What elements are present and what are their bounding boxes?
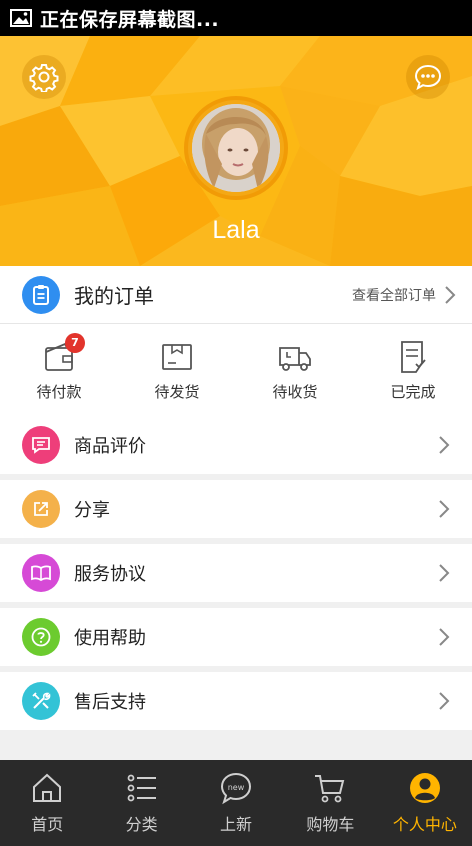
my-orders-title: 我的订单: [74, 284, 154, 308]
tab-label: 个人中心: [392, 815, 457, 834]
chevron-right-icon: [439, 564, 450, 582]
checklist-icon: [395, 339, 431, 375]
pending-payment-badge: 7: [65, 332, 85, 353]
profile-header: Lala: [0, 36, 472, 266]
package-icon: [159, 339, 195, 375]
tab-home[interactable]: 首页: [0, 760, 94, 846]
status-bar: 正在保存屏幕截图...: [0, 0, 472, 36]
menu-label: 使用帮助: [74, 628, 146, 649]
avatar[interactable]: [192, 104, 280, 192]
help-icon: [22, 618, 60, 656]
status-label: 待收货: [272, 382, 318, 401]
new-icon: new: [221, 772, 252, 805]
chevron-right-icon: [439, 692, 450, 710]
status-label: 待付款: [36, 382, 82, 401]
status-label: 已完成: [390, 382, 436, 401]
view-all-orders-link[interactable]: 查看全部订单: [352, 285, 472, 305]
menu-label: 售后支持: [74, 692, 146, 713]
order-status-pending-shipment[interactable]: 待发货: [118, 324, 236, 416]
user-icon: [409, 773, 440, 803]
order-status-row: 7 待付款 待发货 待收货 已完成: [0, 324, 472, 416]
chevron-right-icon: [439, 436, 450, 454]
clipboard-icon: [22, 275, 60, 314]
wallet-icon: 7: [41, 332, 85, 375]
chat-bubble-icon: [414, 64, 442, 91]
chevron-right-icon: [439, 500, 450, 518]
cart-icon: [315, 775, 345, 803]
list-icon: [127, 774, 156, 802]
tab-profile[interactable]: 个人中心: [378, 760, 472, 846]
messages-button[interactable]: [406, 55, 450, 99]
avatar-frame[interactable]: [184, 96, 288, 200]
menu-item-help[interactable]: 使用帮助: [0, 608, 472, 666]
menu-label: 服务协议: [74, 564, 146, 585]
share-icon: [22, 490, 60, 528]
comment-icon: [22, 426, 60, 464]
truck-icon: [277, 339, 313, 375]
chevron-right-icon: [439, 628, 450, 646]
order-status-pending-receipt[interactable]: 待收货: [236, 324, 354, 416]
my-orders-row[interactable]: 我的订单 查看全部订单: [0, 266, 472, 324]
menu-label: 商品评价: [74, 436, 146, 457]
avatar-image: [192, 104, 280, 192]
tab-label: 上新: [220, 815, 253, 834]
tab-categories[interactable]: 分类: [94, 760, 188, 846]
tab-label: 购物车: [306, 815, 355, 834]
bottom-tab-bar: 首页 分类 new 上新 购物车 个人中心: [0, 760, 472, 846]
menu-item-share[interactable]: 分享: [0, 480, 472, 538]
tab-new-arrivals[interactable]: new 上新: [189, 760, 283, 846]
orders-card: 我的订单 查看全部订单 7 待付款 待发货 待收货 已完成: [0, 266, 472, 416]
menu-label: 分享: [74, 500, 110, 521]
book-icon: [22, 554, 60, 592]
svg-text:new: new: [228, 783, 245, 792]
home-icon: [33, 773, 62, 802]
status-label: 待发货: [154, 382, 200, 401]
order-status-completed[interactable]: 已完成: [354, 324, 472, 416]
chevron-right-icon: [445, 285, 456, 304]
username: Lala: [212, 216, 260, 244]
gear-icon: [29, 64, 59, 92]
view-all-orders-label: 查看全部订单: [352, 287, 436, 304]
tab-label: 首页: [31, 815, 64, 834]
status-text: 正在保存屏幕截图...: [40, 8, 220, 31]
settings-button[interactable]: [22, 55, 66, 99]
menu-item-after-sales[interactable]: 售后支持: [0, 672, 472, 730]
menu-item-service-agreement[interactable]: 服务协议: [0, 544, 472, 602]
tools-icon: [22, 682, 60, 720]
tab-cart[interactable]: 购物车: [283, 760, 377, 846]
order-status-pending-payment[interactable]: 7 待付款: [0, 324, 118, 416]
menu-item-product-reviews[interactable]: 商品评价: [0, 416, 472, 474]
tab-label: 分类: [125, 815, 158, 834]
image-icon: [10, 9, 32, 27]
